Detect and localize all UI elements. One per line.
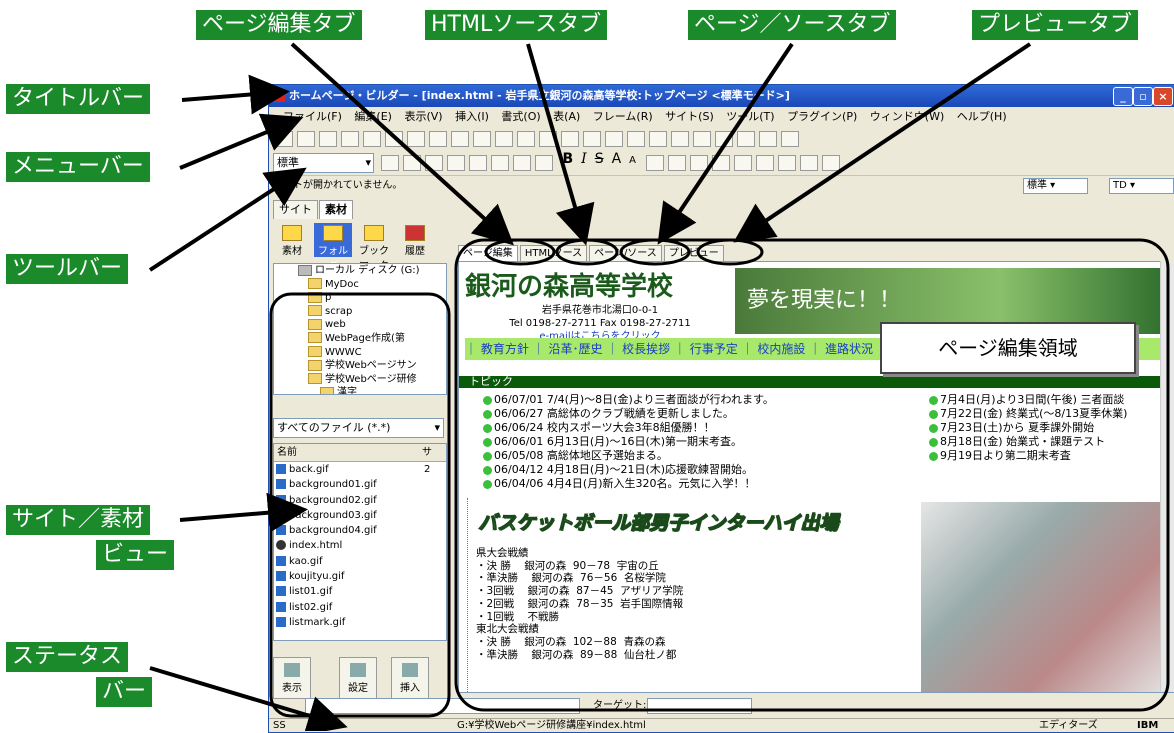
tab-outline-pagesource [619,238,691,266]
annotation-arrows [148,42,1170,731]
tab-outline-preview [696,238,764,266]
tab-outline-html [555,238,619,266]
site-view-outline [269,292,451,718]
tab-outline-edit [484,238,556,266]
edit-area-outline [454,238,1170,712]
